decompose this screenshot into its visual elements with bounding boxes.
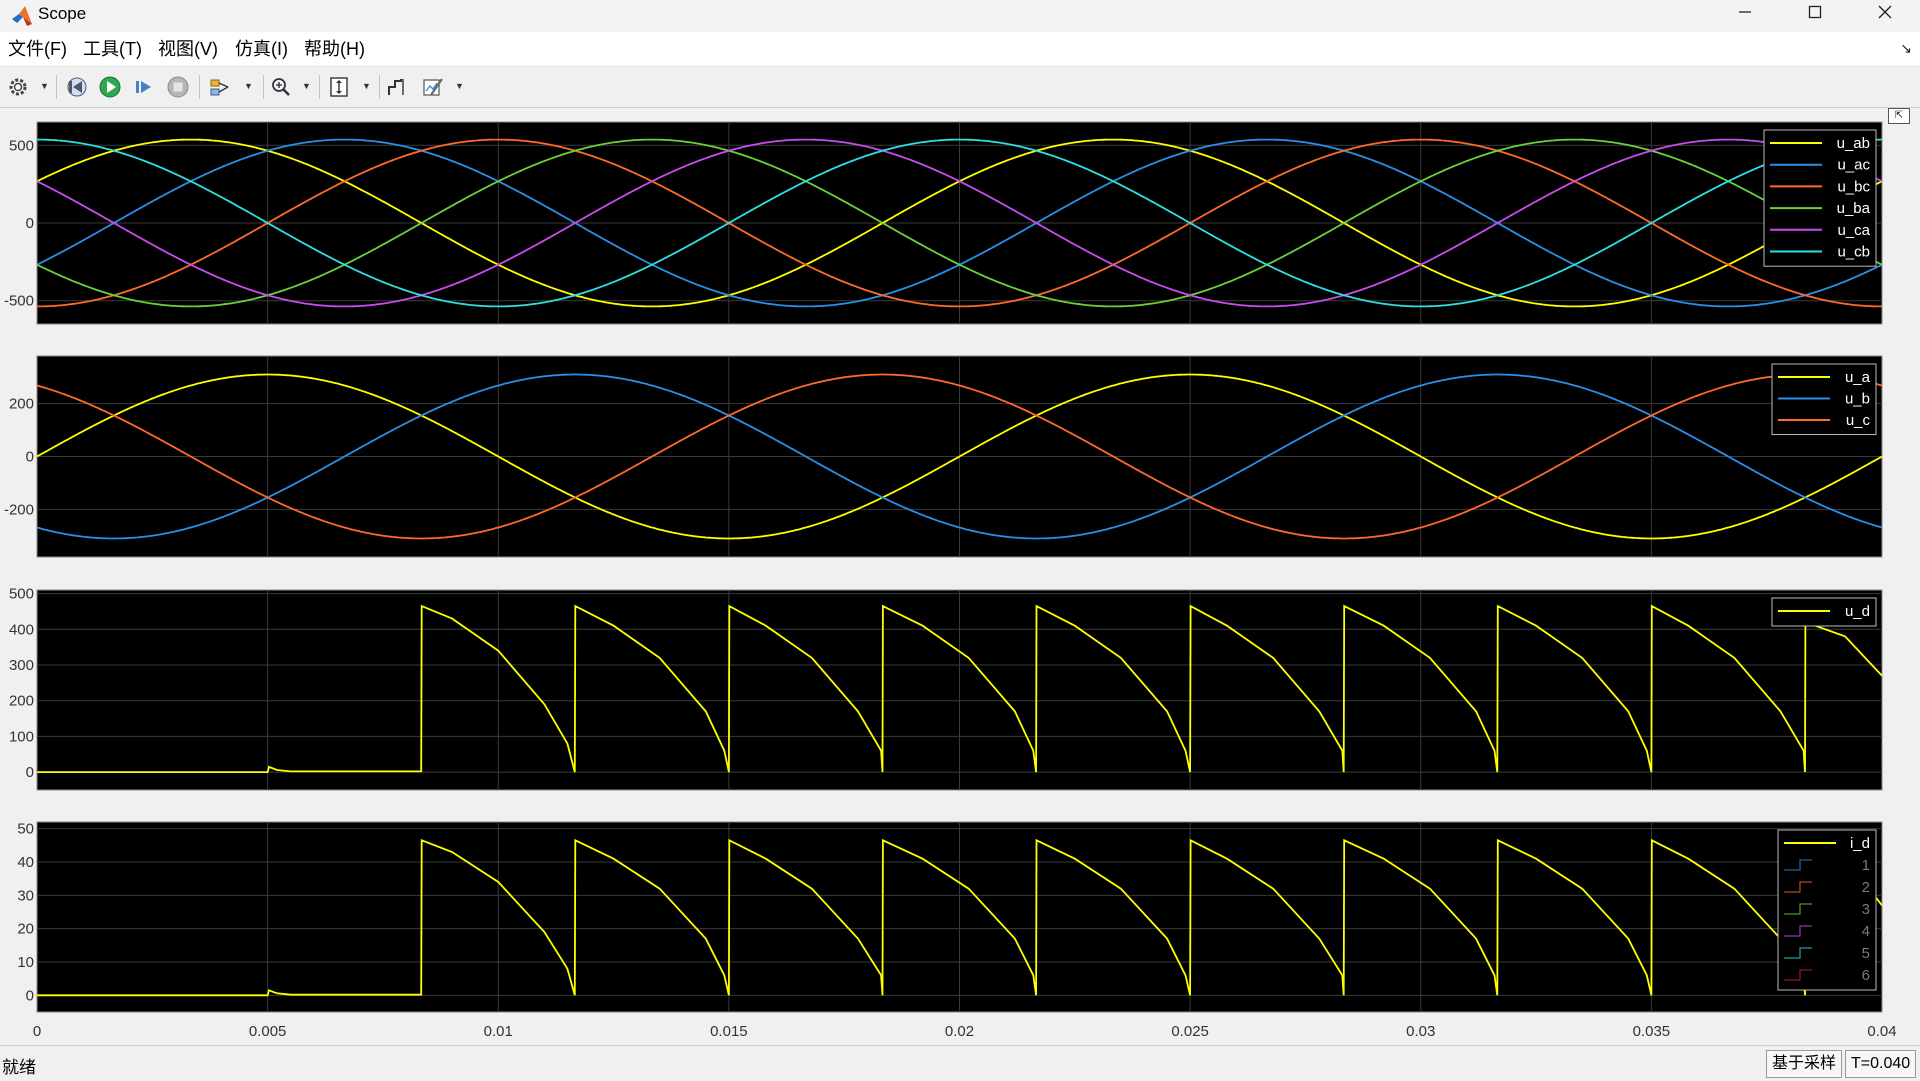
legend-label: 5	[1862, 945, 1870, 962]
signal-dropdown-icon[interactable]: ▼	[244, 81, 253, 91]
status-bar: 就绪 基于采样 T=0.040	[0, 1045, 1920, 1081]
scope-panel-1: 500 0 -500 u_ab u_ac u_bc u_ba u_ca u_cb	[4, 121, 1883, 325]
legend-label: u_c	[1846, 412, 1871, 429]
legend-label: u_cb	[1837, 244, 1870, 261]
cursor-measure-icon[interactable]	[384, 74, 410, 100]
scope-plot-area: 500 0 -500 u_ab u_ac u_bc u_ba u_ca u_cb 200 0 -200…	[0, 108, 1920, 1045]
y-tick-label: 500	[9, 586, 34, 603]
x-tick-label: 0.02	[945, 1023, 974, 1040]
zoom-dropdown-icon[interactable]: ▼	[302, 81, 311, 91]
autoscale-icon[interactable]	[326, 74, 352, 100]
y-tick-label: 300	[9, 657, 34, 674]
y-tick-label: 200	[9, 396, 34, 413]
legend-label: 6	[1862, 967, 1870, 984]
legend-label: u_bc	[1837, 178, 1870, 195]
settings-dropdown-icon[interactable]: ▼	[40, 81, 49, 91]
y-tick-label: 500	[9, 137, 34, 154]
zoom-icon[interactable]	[268, 74, 294, 100]
legend-label: u_ab	[1837, 135, 1870, 152]
minimize-icon	[1739, 11, 1751, 13]
x-tick-label: 0.035	[1633, 1023, 1671, 1040]
y-tick-label: 50	[17, 821, 34, 838]
legend-label: i_d	[1850, 835, 1870, 852]
toolbar-separator	[379, 75, 380, 99]
toolbar: ▼ ▼ ▼ ▼ ▼	[0, 67, 1920, 108]
toolbar-separator	[199, 75, 200, 99]
minimize-button[interactable]	[1710, 0, 1780, 24]
legend-label: u_d	[1845, 603, 1870, 620]
menu-help[interactable]: 帮助(H)	[304, 37, 365, 61]
legend: u_ab u_ac u_bc u_ba u_ca u_cb	[1763, 129, 1877, 267]
legend: u_d	[1771, 597, 1877, 627]
status-ready-text: 就绪	[2, 1058, 36, 1077]
scope-panel-3: 500 400 300 200 100 0 u_d	[9, 586, 1883, 791]
y-tick-label: 0	[26, 449, 34, 466]
x-tick-label: 0.01	[484, 1023, 513, 1040]
x-tick-label: 0.015	[710, 1023, 748, 1040]
y-tick-label: 100	[9, 728, 34, 745]
y-tick-label: 400	[9, 621, 34, 638]
x-tick-label: 0	[33, 1023, 41, 1040]
legend-label: u_ba	[1837, 200, 1871, 217]
scope-chart-svg: 5000-500u_abu_acu_bcu_bau_cau_cb2000-200…	[4, 121, 1897, 1040]
menu-simulation[interactable]: 仿真(I)	[235, 37, 288, 61]
sample-mode-label: 基于采样	[1766, 1050, 1843, 1078]
y-tick-label: -500	[4, 293, 34, 310]
toolbar-separator	[56, 75, 57, 99]
legend-label: u_a	[1845, 369, 1871, 386]
toolbar-separator	[263, 75, 264, 99]
x-tick-label: 0.04	[1867, 1023, 1896, 1040]
y-tick-label: 20	[17, 921, 34, 938]
y-tick-label: 30	[17, 887, 34, 904]
menu-view[interactable]: 视图(V)	[158, 37, 218, 61]
title-bar: Scope	[0, 0, 1920, 32]
dock-arrow-icon[interactable]: ↘	[1900, 40, 1912, 57]
autoscale-dropdown-icon[interactable]: ▼	[362, 81, 371, 91]
close-icon	[1878, 5, 1892, 19]
legend: u_a u_b u_c	[1771, 363, 1877, 435]
gear-icon[interactable]	[5, 74, 31, 100]
toolbar-separator	[319, 75, 320, 99]
window-title: Scope	[38, 4, 87, 23]
menu-tools[interactable]: 工具(T)	[83, 37, 142, 61]
legend-label: 4	[1862, 923, 1870, 940]
x-tick-label: 0.03	[1406, 1023, 1435, 1040]
time-readout: T=0.040	[1845, 1050, 1917, 1078]
close-button[interactable]	[1850, 0, 1920, 24]
menu-bar: 文件(F) 工具(T) 视图(V) 仿真(I) 帮助(H) ↘	[0, 32, 1920, 67]
style-edit-icon[interactable]	[420, 74, 446, 100]
legend-label: 2	[1862, 879, 1870, 896]
scope-panel-2: 200 0 -200 u_a u_b u_c	[4, 355, 1883, 558]
menu-file[interactable]: 文件(F)	[8, 37, 67, 61]
y-tick-label: 0	[26, 764, 34, 781]
x-tick-label: 0.025	[1171, 1023, 1209, 1040]
legend: i_d 1 2 3 4 5 6	[1777, 829, 1877, 991]
legend-label: u_b	[1845, 391, 1870, 408]
maximize-icon	[1808, 5, 1822, 19]
legend-label: 3	[1862, 901, 1870, 918]
scope-panel-4: 50 40 30 20 10 0 0 0.005 0.01 0.015 0.02 0.025 0.03 0…	[17, 821, 1896, 1040]
legend-label: u_ac	[1837, 157, 1870, 174]
y-tick-label: -200	[4, 501, 34, 518]
maximize-button[interactable]	[1780, 0, 1850, 24]
y-tick-label: 10	[17, 954, 34, 971]
step-forward-icon[interactable]	[131, 74, 157, 100]
y-tick-label: 0	[26, 215, 34, 232]
undock-button[interactable]: ⇱	[1888, 108, 1910, 124]
y-tick-label: 40	[17, 854, 34, 871]
legend-label: u_ca	[1837, 222, 1870, 239]
style-dropdown-icon[interactable]: ▼	[455, 81, 464, 91]
matlab-logo-icon	[10, 4, 34, 28]
y-tick-label: 0	[26, 987, 34, 1004]
step-back-icon[interactable]	[63, 74, 89, 100]
run-icon[interactable]	[97, 74, 123, 100]
x-tick-label: 0.005	[249, 1023, 287, 1040]
signal-select-icon[interactable]	[207, 74, 233, 100]
stop-icon[interactable]	[165, 74, 191, 100]
y-tick-label: 200	[9, 693, 34, 710]
legend-label: 1	[1862, 857, 1870, 874]
